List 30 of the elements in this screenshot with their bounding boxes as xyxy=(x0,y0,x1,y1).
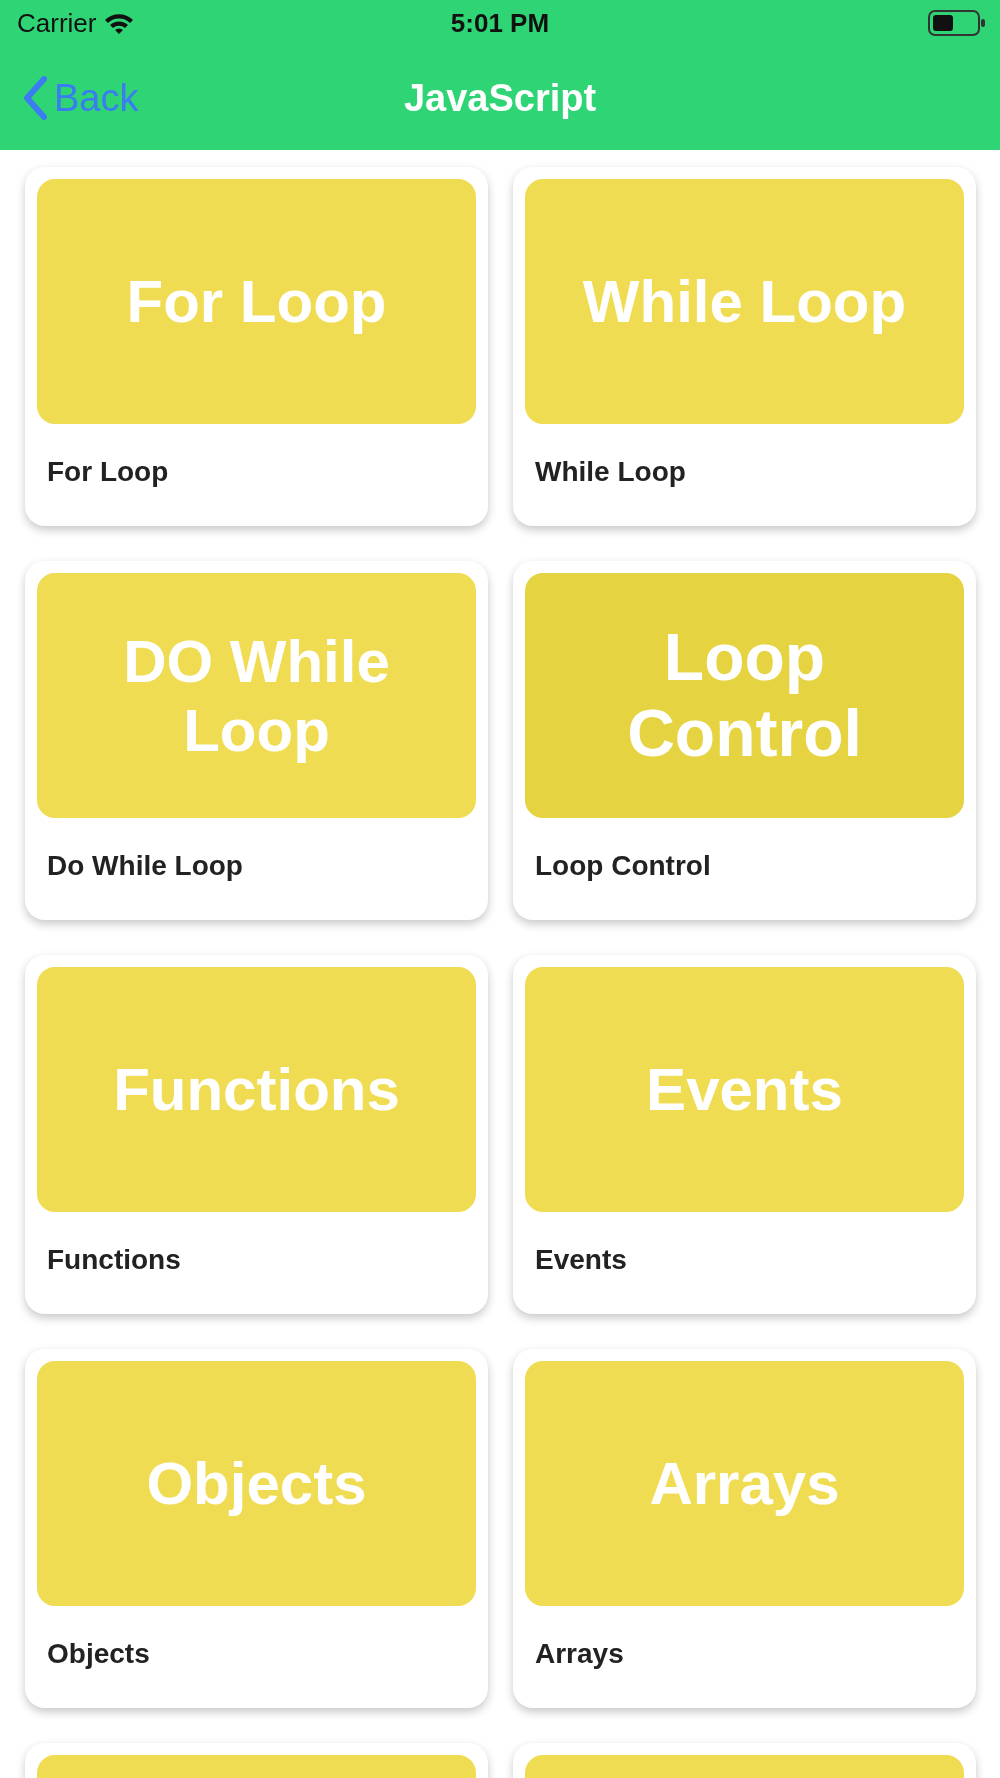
screen-title: JavaScript xyxy=(403,76,597,120)
topic-caption: Functions xyxy=(47,1244,181,1276)
topic-card[interactable]: Objects Objects xyxy=(25,1349,488,1708)
topic-caption: Objects xyxy=(47,1638,150,1670)
topic-card[interactable]: For Loop For Loop xyxy=(25,167,488,526)
topic-card[interactable]: Loop Control Loop Control xyxy=(513,561,976,920)
topic-card[interactable]: While Loop While Loop xyxy=(513,167,976,526)
topic-tile: Objects xyxy=(37,1361,476,1606)
topic-tile: Functions xyxy=(37,967,476,1212)
chevron-icon xyxy=(22,76,48,120)
topic-caption: For Loop xyxy=(47,456,169,488)
topic-tile: Loop Control xyxy=(525,573,964,818)
topic-card[interactable]: Arrays Arrays xyxy=(513,1349,976,1708)
topic-caption: Events xyxy=(535,1244,627,1276)
wifi-icon xyxy=(104,12,135,34)
topic-caption: Loop Control xyxy=(535,850,711,882)
topic-tile: Events xyxy=(525,967,964,1212)
topic-caption: Do While Loop xyxy=(47,850,243,882)
topic-tile: Arrays xyxy=(525,1361,964,1606)
topic-tile: While Loop xyxy=(525,179,964,424)
topic-caption: Arrays xyxy=(535,1638,624,1670)
topic-card[interactable]: Functions Functions xyxy=(25,955,488,1314)
topic-tile: For Loop xyxy=(37,179,476,424)
topic-card[interactable]: Events Events xyxy=(513,955,976,1314)
clock: 5:01 PM xyxy=(450,7,550,38)
battery-icon xyxy=(928,10,986,36)
topic-caption: While Loop xyxy=(535,456,686,488)
topic-card[interactable]: DO While Loop Do While Loop xyxy=(25,561,488,920)
carrier-label: Carrier xyxy=(17,7,97,39)
topic-tile: DO While Loop xyxy=(37,573,476,818)
